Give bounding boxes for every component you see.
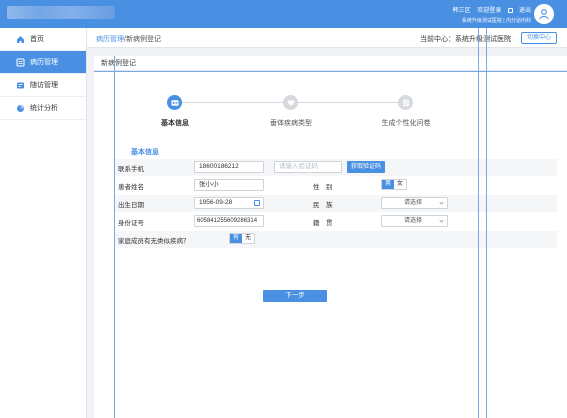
current-center-label: 当前中心：系统升级测试医院 (420, 36, 511, 43)
guide-line (478, 28, 479, 418)
captcha-input[interactable]: 请输入验证码 (274, 161, 342, 173)
user-icon (539, 9, 549, 20)
step-3-circle (398, 95, 413, 110)
form-row-name: 患者姓名 张小小 性 别 男 女 (114, 177, 557, 194)
sidebar-item-followup[interactable]: 随访管理 (0, 74, 86, 97)
gender-option-male[interactable]: 男 (382, 180, 394, 189)
birth-label: 出生日期 (118, 202, 144, 209)
pie-chart-icon (16, 104, 25, 113)
welcome-text: 欢迎登录 (477, 8, 502, 14)
form-row-family: 家庭成员有无类似疾病？ 有 无 (114, 231, 557, 248)
ethnicity-select[interactable]: 请选择 (381, 197, 448, 209)
birth-date-value: 1956-09-28 (199, 199, 233, 206)
step-2-circle (283, 95, 298, 110)
id-label: 身份证号 (118, 220, 144, 227)
switch-center-button[interactable]: 切换中心 (520, 32, 557, 44)
sidebar-item-label: 随访管理 (30, 82, 58, 89)
logout-icon (507, 8, 513, 13)
birth-date-input[interactable]: 1956-09-28 (194, 197, 264, 209)
home-icon (16, 35, 25, 44)
panel-title: 新病例登记 (94, 56, 567, 71)
breadcrumb-bar: 病历管理/新病例登记 当前中心：系统升级测试医院 切换中心 (87, 28, 567, 48)
native-value: 请选择 (404, 218, 423, 224)
sidebar-item-label: 首页 (30, 36, 44, 43)
gender-option-female[interactable]: 女 (394, 180, 406, 189)
step-2-label: 垂体疾病类型 (270, 120, 312, 127)
breadcrumb-parent[interactable]: 病历管理 (96, 36, 124, 43)
gender-label: 性 别 (313, 184, 333, 191)
step-1-label: 基本信息 (161, 120, 189, 127)
native-select[interactable]: 请选择 (381, 215, 448, 227)
app-logo (7, 6, 115, 19)
chevron-down-icon (439, 200, 444, 205)
step-connector (182, 102, 290, 103)
record-icon (16, 58, 25, 67)
avatar[interactable] (534, 4, 554, 24)
logout-link[interactable]: 退出 (507, 8, 531, 14)
user-name: 韩三区 (452, 8, 471, 14)
form-icon (402, 99, 409, 106)
ethnicity-label: 民 族 (313, 202, 333, 209)
step-connector (298, 102, 398, 103)
breadcrumb: 病历管理/新病例登记 (96, 34, 161, 44)
name-label: 患者姓名 (118, 184, 144, 191)
form-row-birth: 出生日期 1956-09-28 民 族 请选择 (114, 195, 557, 212)
get-code-button[interactable]: 获取验证码 (347, 161, 386, 173)
step-3-label: 生成个性化问卷 (381, 120, 431, 127)
native-label: 籍 贯 (313, 220, 333, 227)
hospital-subtitle: 系统升级测试医院 | 内分泌内科 (461, 18, 531, 24)
sidebar-item-label: 统计分析 (30, 105, 58, 112)
guide-line (94, 71, 567, 72)
family-option-no[interactable]: 无 (242, 234, 254, 243)
ethnicity-value: 请选择 (404, 200, 423, 206)
sidebar-item-home[interactable]: 首页 (0, 28, 86, 51)
section-title: 基本信息 (131, 149, 159, 156)
form-row-id: 身份证号 605841255609286314 籍 贯 请选择 (114, 213, 557, 230)
followup-icon (16, 81, 25, 90)
user-info: 韩三区 欢迎登录 退出 系统升级测试医院 | 内分泌内科 (448, 5, 531, 24)
gender-toggle: 男 女 (381, 179, 407, 190)
top-header: 韩三区 欢迎登录 退出 系统升级测试医院 | 内分泌内科 (0, 0, 567, 28)
guide-line (486, 28, 487, 418)
id-input[interactable]: 605841255609286314 (194, 215, 264, 227)
step-1-circle (167, 95, 182, 110)
name-input[interactable]: 张小小 (194, 179, 264, 191)
sidebar-item-statistics[interactable]: 统计分析 (0, 97, 86, 120)
guide-line (114, 56, 115, 418)
phone-label: 联系手机 (118, 166, 144, 173)
id-card-icon (171, 99, 178, 106)
heart-icon (287, 99, 294, 106)
next-step-button[interactable]: 下一步 (263, 290, 327, 302)
phone-input[interactable]: 18600186212 (194, 161, 264, 173)
sidebar: 首页 病历管理 随访管理 统计分析 (0, 28, 87, 418)
chevron-down-icon (439, 218, 444, 223)
family-option-yes[interactable]: 有 (230, 234, 242, 243)
breadcrumb-current: 新病例登记 (125, 36, 161, 43)
sidebar-item-records[interactable]: 病历管理 (0, 51, 86, 74)
calendar-icon (254, 200, 260, 206)
form-row-phone: 联系手机 18600186212 请输入验证码 获取验证码 (114, 159, 557, 176)
family-history-toggle: 有 无 (229, 233, 255, 244)
family-history-label: 家庭成员有无类似疾病？ (118, 238, 190, 245)
sidebar-item-label: 病历管理 (30, 59, 58, 66)
main-panel: 新病例登记 基本信息 垂体疾病类型 生成个性化问卷 基本信息 联系手机 1860… (94, 56, 567, 418)
